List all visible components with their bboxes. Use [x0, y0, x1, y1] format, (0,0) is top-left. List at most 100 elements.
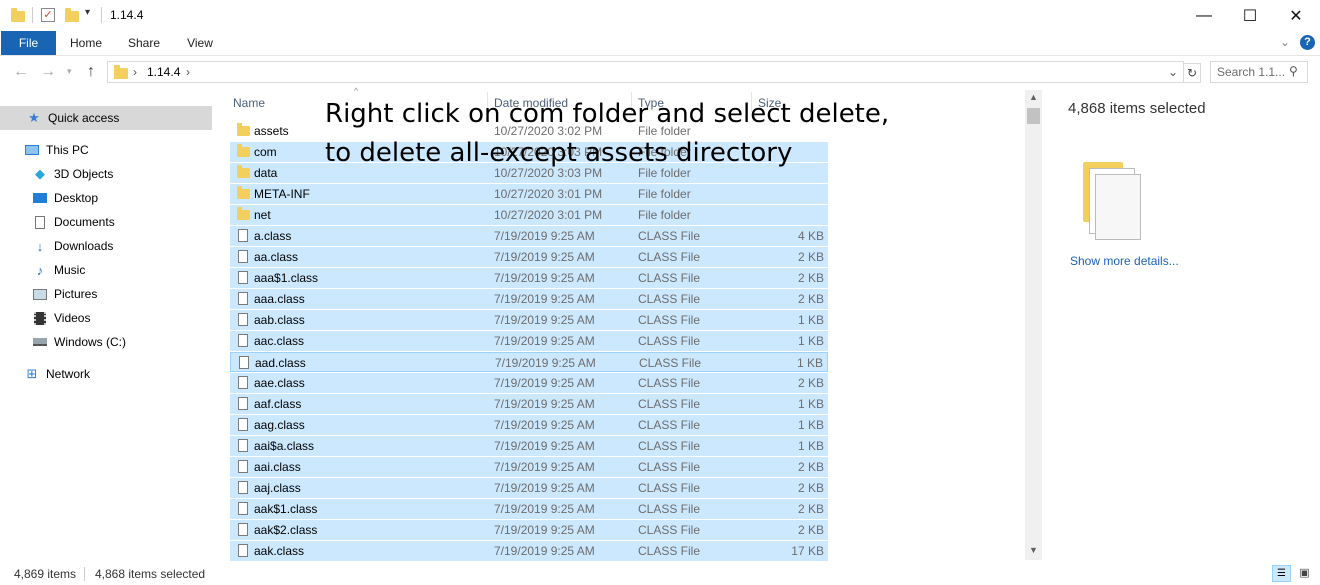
- folder-icon: [237, 165, 250, 178]
- cube-icon: ◆: [35, 166, 45, 181]
- file-row[interactable]: aag.class 7/19/2019 9:25 AM CLASS File 1 KB: [230, 415, 828, 435]
- details-view-icon[interactable]: ☰: [1272, 565, 1291, 582]
- minimize-button[interactable]: —: [1181, 0, 1227, 31]
- file-type: CLASS File: [638, 460, 701, 474]
- file-row[interactable]: aak$1.class 7/19/2019 9:25 AM CLASS File 2 …: [230, 499, 828, 519]
- nav-this-pc[interactable]: This PC: [0, 138, 212, 162]
- nav-windows-c[interactable]: Windows (C:): [0, 330, 212, 354]
- nav-label: Quick access: [48, 111, 120, 125]
- file-type: CLASS File: [638, 481, 701, 495]
- file-row[interactable]: aai.class 7/19/2019 9:25 AM CLASS File 2 KB: [230, 457, 828, 477]
- scroll-up-icon[interactable]: ▲: [1029, 92, 1038, 102]
- customize-quick-access-icon[interactable]: ▾: [85, 7, 90, 18]
- maximize-button[interactable]: ☐: [1227, 0, 1273, 31]
- nav-music[interactable]: ♪ Music: [0, 258, 212, 282]
- file-name: a.class: [254, 229, 292, 243]
- breadcrumb[interactable]: 1.14.4: [147, 65, 180, 79]
- file-row[interactable]: aaa.class 7/19/2019 9:25 AM CLASS File 2 KB: [230, 289, 828, 309]
- folder-icon: [114, 65, 128, 79]
- file-type: CLASS File: [638, 250, 701, 264]
- forward-arrow-icon[interactable]: →: [40, 63, 56, 81]
- file-date: 7/19/2019 9:25 AM: [494, 523, 595, 537]
- tab-share[interactable]: Share: [120, 31, 168, 55]
- file-row[interactable]: aab.class 7/19/2019 9:25 AM CLASS File 1 KB: [230, 310, 828, 330]
- scrollbar-thumb[interactable]: [1027, 108, 1040, 124]
- details-pane: [1048, 90, 1320, 560]
- show-more-details-link[interactable]: Show more details...: [1070, 254, 1179, 268]
- file-type: CLASS File: [638, 544, 701, 558]
- nav-desktop[interactable]: Desktop: [0, 186, 212, 210]
- file-row[interactable]: aai$a.class 7/19/2019 9:25 AM CLASS File 1 …: [230, 436, 828, 456]
- scroll-down-icon[interactable]: ▼: [1029, 545, 1038, 555]
- file-row[interactable]: aaj.class 7/19/2019 9:25 AM CLASS File 2 KB: [230, 478, 828, 498]
- file-row[interactable]: aa.class 7/19/2019 9:25 AM CLASS File 2 KB: [230, 247, 828, 267]
- file-icon: [238, 376, 248, 389]
- file-type: CLASS File: [638, 418, 701, 432]
- nav-3d-objects[interactable]: ◆ 3D Objects: [0, 162, 212, 186]
- column-header-name[interactable]: Name: [233, 96, 265, 110]
- file-type: File folder: [638, 208, 691, 222]
- file-name: net: [254, 208, 271, 222]
- file-type: CLASS File: [638, 397, 701, 411]
- up-arrow-icon[interactable]: ↑: [87, 63, 95, 81]
- file-type: File folder: [638, 187, 691, 201]
- address-dropdown-icon[interactable]: ⌄: [1168, 65, 1178, 79]
- tab-file[interactable]: File: [1, 31, 56, 55]
- file-row[interactable]: aaa$1.class 7/19/2019 9:25 AM CLASS File 2 …: [230, 268, 828, 288]
- file-name: data: [254, 166, 278, 180]
- file-size: 2 KB: [797, 376, 824, 390]
- folder-row[interactable]: net 10/27/2020 3:01 PM File folder: [230, 205, 828, 225]
- nav-label: Downloads: [54, 239, 114, 253]
- nav-documents[interactable]: Documents: [0, 210, 212, 234]
- folder-icon: [237, 123, 250, 136]
- annotation-line: Right click on com folder and select del…: [325, 99, 890, 129]
- file-name: aaa$1.class: [254, 271, 319, 285]
- ribbon-tabs: File Home Share View ⌄ ?: [0, 31, 1320, 56]
- search-input[interactable]: Search 1.1... ⚲: [1210, 61, 1308, 83]
- help-icon[interactable]: ?: [1300, 35, 1315, 50]
- new-folder-icon[interactable]: [65, 8, 79, 22]
- computer-icon: [24, 143, 40, 157]
- star-icon: ★: [28, 110, 40, 125]
- file-date: 7/19/2019 9:25 AM: [494, 481, 595, 495]
- properties-icon[interactable]: ✓: [41, 8, 55, 22]
- file-type: CLASS File: [638, 271, 701, 285]
- nav-videos[interactable]: Videos: [0, 306, 212, 330]
- folder-row[interactable]: META-INF 10/27/2020 3:01 PM File folder: [230, 184, 828, 204]
- refresh-icon[interactable]: ↻: [1183, 63, 1201, 83]
- breadcrumb-separator-icon: ›: [133, 65, 137, 79]
- address-bar[interactable]: › 1.14.4 › ⌄: [107, 61, 1184, 83]
- file-row[interactable]: a.class 7/19/2019 9:25 AM CLASS File 4 KB: [230, 226, 828, 246]
- nav-network[interactable]: ⊞ Network: [0, 362, 212, 386]
- nav-downloads[interactable]: ↓ Downloads: [0, 234, 212, 258]
- vertical-scrollbar[interactable]: ▲ ▼: [1025, 90, 1042, 560]
- folder-icon: [237, 144, 250, 157]
- tab-view[interactable]: View: [176, 31, 224, 55]
- close-button[interactable]: ✕: [1273, 0, 1319, 31]
- file-row[interactable]: aak.class 7/19/2019 9:25 AM CLASS File 17 K…: [230, 541, 828, 561]
- file-row[interactable]: aae.class 7/19/2019 9:25 AM CLASS File 2 KB: [230, 373, 828, 393]
- file-row[interactable]: aaf.class 7/19/2019 9:25 AM CLASS File 1 KB: [230, 394, 828, 414]
- title-bar: ✓ ▾ 1.14.4 — ☐ ✕: [0, 0, 1320, 31]
- multiple-files-icon: [1083, 162, 1141, 240]
- nav-pictures[interactable]: Pictures: [0, 282, 212, 306]
- file-size: 17 KB: [791, 544, 824, 558]
- file-size: 2 KB: [797, 292, 824, 306]
- file-row[interactable]: aac.class 7/19/2019 9:25 AM CLASS File 1 KB: [230, 331, 828, 351]
- file-row[interactable]: aad.class 7/19/2019 9:25 AM CLASS File 1 KB: [230, 352, 828, 372]
- file-row[interactable]: aak$2.class 7/19/2019 9:25 AM CLASS File 2 …: [230, 520, 828, 540]
- expand-ribbon-icon[interactable]: ⌄: [1280, 35, 1290, 49]
- recent-locations-icon[interactable]: ▾: [67, 66, 72, 77]
- tab-home[interactable]: Home: [62, 31, 110, 55]
- breadcrumb-separator-icon: ›: [186, 65, 190, 79]
- nav-quick-access[interactable]: ★ Quick access: [0, 106, 212, 130]
- large-icons-view-icon[interactable]: ▣: [1296, 565, 1313, 582]
- file-name: aag.class: [254, 418, 305, 432]
- file-name: aak$1.class: [254, 502, 318, 516]
- folder-icon: [237, 207, 250, 220]
- search-placeholder: Search 1.1...: [1217, 65, 1286, 79]
- document-icon: [32, 215, 48, 229]
- search-icon[interactable]: ⚲: [1289, 64, 1298, 78]
- file-name: aak.class: [254, 544, 305, 558]
- back-arrow-icon[interactable]: ←: [13, 63, 29, 81]
